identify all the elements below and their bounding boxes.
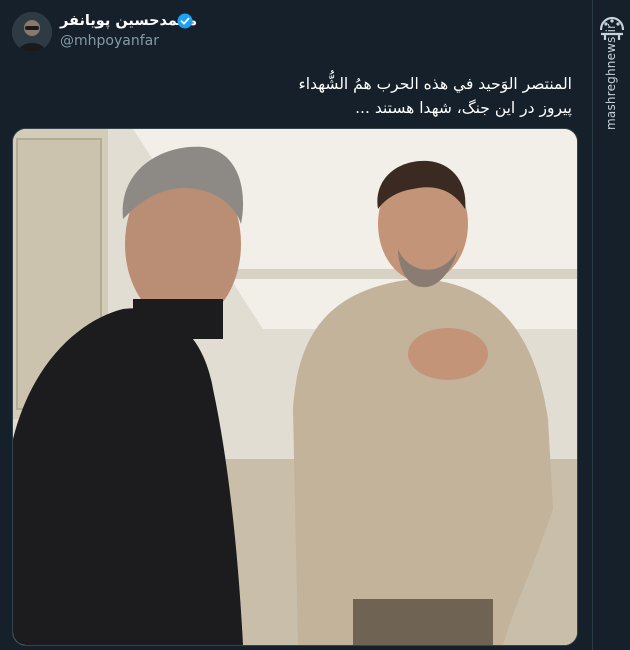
avatar[interactable]: [12, 12, 52, 52]
tweet-text: المنتصر الوَحيد في هذه الحرب همُ الشُّهد…: [152, 72, 573, 120]
photo-icon: [13, 129, 577, 645]
tweet-text-line-arabic: المنتصر الوَحيد في هذه الحرب همُ الشُّهد…: [298, 75, 573, 93]
tweet-text-line-persian: پیروز در این جنگ، شهدا هستند ...: [355, 99, 572, 117]
verified-badge-icon: [177, 13, 193, 29]
brand-site-label: mashreghnews.ir: [604, 23, 618, 130]
tweet-photo[interactable]: [12, 128, 578, 646]
handle[interactable]: @mhpoyanfar: [60, 33, 159, 49]
